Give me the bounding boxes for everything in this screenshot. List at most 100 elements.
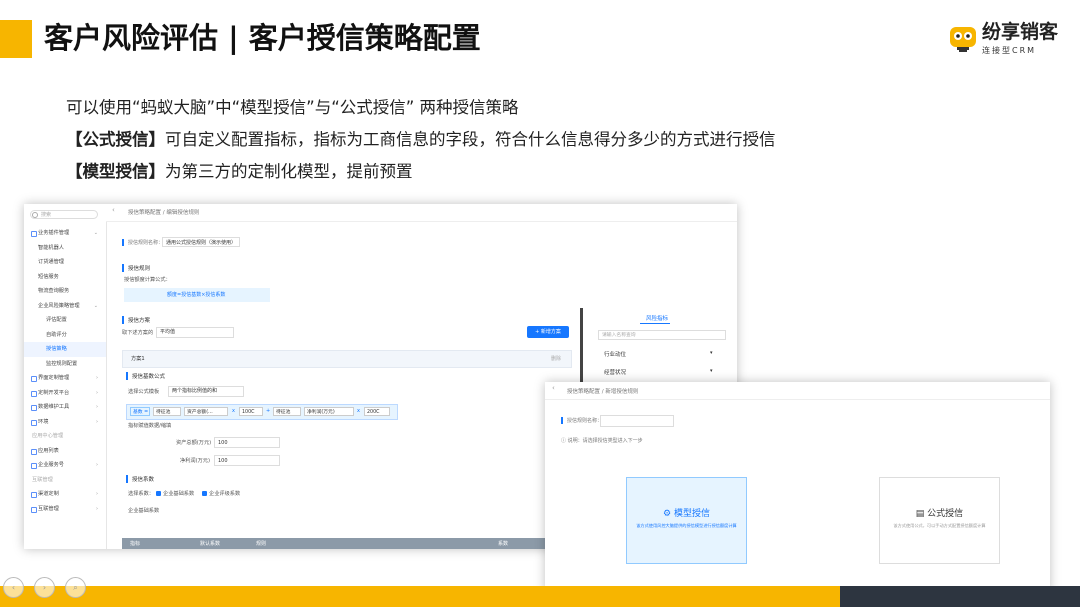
coefficient-select-label: 选择系数： <box>128 491 154 497</box>
plan-mode-label: 取下述方案的 <box>122 330 154 336</box>
info-icon: ⓘ <box>561 438 568 444</box>
back-arrow-icon[interactable]: ‹ <box>112 206 115 214</box>
back-arrow-icon[interactable]: ‹ <box>552 384 555 392</box>
sidebar-item[interactable]: 互联管理 › <box>24 502 106 517</box>
formula-credit-line: 【公式授信】可自定义配置指标，指标为工商信息的字段，符合什么信息得分多少的方式进… <box>66 126 776 150</box>
indicator-source-select[interactable]: 待征池 <box>153 407 181 416</box>
sidebar-item[interactable]: 定制开发平台 › <box>24 386 106 401</box>
document-icon: ▤ <box>915 509 928 519</box>
coef-rating-checkbox[interactable]: 企业评级系数 <box>202 490 240 497</box>
gear-icon: ⚙ <box>663 509 674 519</box>
plan-mode-select[interactable]: 平均值 <box>156 327 234 338</box>
amount-formula: 额度=授信基数×授信系数 <box>124 288 270 302</box>
tab-risk-indicator[interactable]: 风险指标 <box>646 314 668 322</box>
formula-credit-label: 【公式授信】 <box>66 130 165 149</box>
sidebar-item[interactable]: 数据维护工具 › <box>24 400 106 415</box>
sidebar-item[interactable]: 环境 › <box>24 415 106 430</box>
coefficient-input[interactable]: 100C <box>239 407 263 416</box>
indicator-field-select[interactable]: 资产总额(… <box>184 407 228 416</box>
indicator-source-select-2[interactable]: 待征池 <box>273 407 301 416</box>
active-tab-underline <box>640 323 670 324</box>
sidebar-item[interactable]: 企业服务号 › <box>24 458 106 473</box>
sidebar-item-label: 企业风险策略管理 <box>38 302 80 309</box>
model-credit-desc: 为第三方的定制化模型，提前预置 <box>165 162 413 181</box>
asset-input[interactable]: 100 <box>214 437 280 448</box>
indicator-item[interactable]: 行业动位 <box>604 350 626 358</box>
sidebar-item[interactable]: 界面定制管理 › <box>24 371 106 386</box>
chevron-down-icon[interactable]: ▾ <box>710 368 713 374</box>
model-credit-card[interactable]: ⚙ 模型授信 该方式使用风控大脑提供的授信模型进行授信额度计算 <box>626 477 747 564</box>
add-plan-button[interactable]: + 新增方案 <box>527 326 569 338</box>
sidebar-item[interactable]: 评估配置 <box>24 313 106 328</box>
indicator-item[interactable]: 经营状况 <box>604 368 626 376</box>
section-coefficient: 授信系数 <box>126 475 154 483</box>
sidebar-item[interactable]: 智能机器人 <box>24 241 106 256</box>
field-values-label: 指标赋值数据/缩填 <box>128 423 172 429</box>
chevron-icon: › <box>96 375 98 381</box>
rule-name-input[interactable] <box>600 415 674 427</box>
menu-icon <box>31 448 37 455</box>
sidebar-item-label: 应用中心管理 <box>32 433 64 439</box>
th-indicator: 指标 <box>130 541 141 547</box>
plan-panel-header[interactable]: 方案1 删除 <box>122 350 572 368</box>
sidebar-item-label: 企业服务号 <box>38 462 64 468</box>
sidebar-item[interactable]: 监控规则配置 <box>24 357 106 372</box>
plan-delete-link[interactable]: 删除 <box>551 355 561 362</box>
rule-editor: 授信规则名称： 通用公式授信规则（演示使用） 授信规则 授信额度计算公式： 额度… <box>112 226 574 549</box>
formula-credit-desc: 可自定义配置指标，指标为工商信息的字段，符合什么信息得分多少的方式进行授信 <box>165 130 776 149</box>
new-credit-rule-screenshot: ‹ 授信策略配置 / 新增授信规则 授信规则名称： ⓘ 说明：请选择授信类型进入… <box>545 382 1050 592</box>
formula-template-select[interactable]: 两个指标比例值的和 <box>168 386 244 397</box>
sidebar-item[interactable]: 订货通管理 <box>24 255 106 270</box>
sidebar-item: 互联管理 <box>24 473 106 488</box>
indicator-search-input[interactable]: 请输入名称查询 <box>598 330 726 340</box>
base-formula-expression: 基数 = 待征池 资产总额(… x 100C + 待征池 净利润(万元) x 2… <box>126 404 398 420</box>
sidebar-item-label: 环境 <box>38 418 49 425</box>
zoom-icon[interactable]: ⌕ <box>65 577 86 598</box>
coefficient-input-2[interactable]: 200C <box>364 407 390 416</box>
rule-name-label: 授信规则名称： <box>561 417 602 424</box>
sidebar-item[interactable]: 短信服务 <box>24 270 106 285</box>
formula-credit-card[interactable]: ▤ 公式授信 该方式使用公式，可以手动方式配置授信额度计算 <box>879 477 1000 564</box>
menu-icon <box>31 376 37 382</box>
model-credit-title: ⚙ 模型授信 <box>663 509 710 519</box>
sidebar-item-label: 应用列表 <box>38 447 59 454</box>
indicator-field-select-2[interactable]: 净利润(万元) <box>304 407 354 416</box>
sidebar-item-label: 订货通管理 <box>38 259 64 265</box>
breadcrumb[interactable]: 授信策略配置 / 编辑授信规则 <box>128 208 199 216</box>
prev-slide-icon[interactable]: ‹ <box>3 577 24 598</box>
chevron-icon: ⌄ <box>93 302 98 309</box>
sidebar-search-input[interactable]: 搜索 <box>30 210 98 219</box>
coef-base-checkbox[interactable]: 企业基础系数 <box>156 490 194 497</box>
plus-operator: + <box>266 408 271 414</box>
footer-accent-bar <box>0 586 840 607</box>
sidebar-item[interactable]: 授信策略 <box>24 342 106 357</box>
formula-credit-desc: 该方式使用公式，可以手动方式配置授信额度计算 <box>893 523 986 528</box>
model-credit-line: 【模型授信】为第三方的定制化模型，提前预置 <box>66 158 413 182</box>
sidebar-item[interactable]: 业务插件管理 ⌄ <box>24 226 106 241</box>
chevron-icon: › <box>96 418 98 425</box>
chevron-down-icon[interactable]: ▾ <box>710 350 713 356</box>
breadcrumb[interactable]: 授信策略配置 / 新增授信规则 <box>567 387 638 395</box>
sidebar-item-label: 定制开发平台 <box>38 389 70 396</box>
th-default-coef: 默认系数 <box>200 541 221 547</box>
base-chip: 基数 = <box>130 407 150 416</box>
rule-name-input[interactable]: 通用公式授信规则（演示使用） <box>162 237 240 247</box>
menu-icon <box>31 506 37 513</box>
sidebar-item-label: 渠道定制 <box>38 491 59 497</box>
sidebar-item[interactable]: 物流查询服务 <box>24 284 106 299</box>
sidebar-item-label: 界面定制管理 <box>38 375 70 381</box>
top-bar: ‹ 授信策略配置 / 新增授信规则 <box>545 382 1050 400</box>
next-slide-icon[interactable]: › <box>34 577 55 598</box>
sidebar-item[interactable]: 企业风险策略管理 ⌄ <box>24 299 106 314</box>
sidebar-item[interactable]: 渠道定制 › <box>24 487 106 502</box>
model-credit-desc: 该方式使用风控大脑提供的授信模型进行授信额度计算 <box>636 523 737 528</box>
sidebar-item[interactable]: 应用列表 <box>24 444 106 459</box>
sidebar-item[interactable]: 自助评分 <box>24 328 106 343</box>
sidebar-item-label: 监控规则配置 <box>46 360 78 367</box>
profit-label: 净利润(万元) <box>180 458 210 464</box>
rule-name-label: 授信规则名称： <box>122 239 163 246</box>
top-bar: ‹ 授信策略配置 / 编辑授信规则 <box>106 204 737 222</box>
intro-text: 可以使用“蚂蚁大脑”中“模型授信”与“公式授信” 两种授信策略 <box>66 98 519 117</box>
menu-icon <box>31 492 37 498</box>
profit-input[interactable]: 100 <box>214 455 280 466</box>
